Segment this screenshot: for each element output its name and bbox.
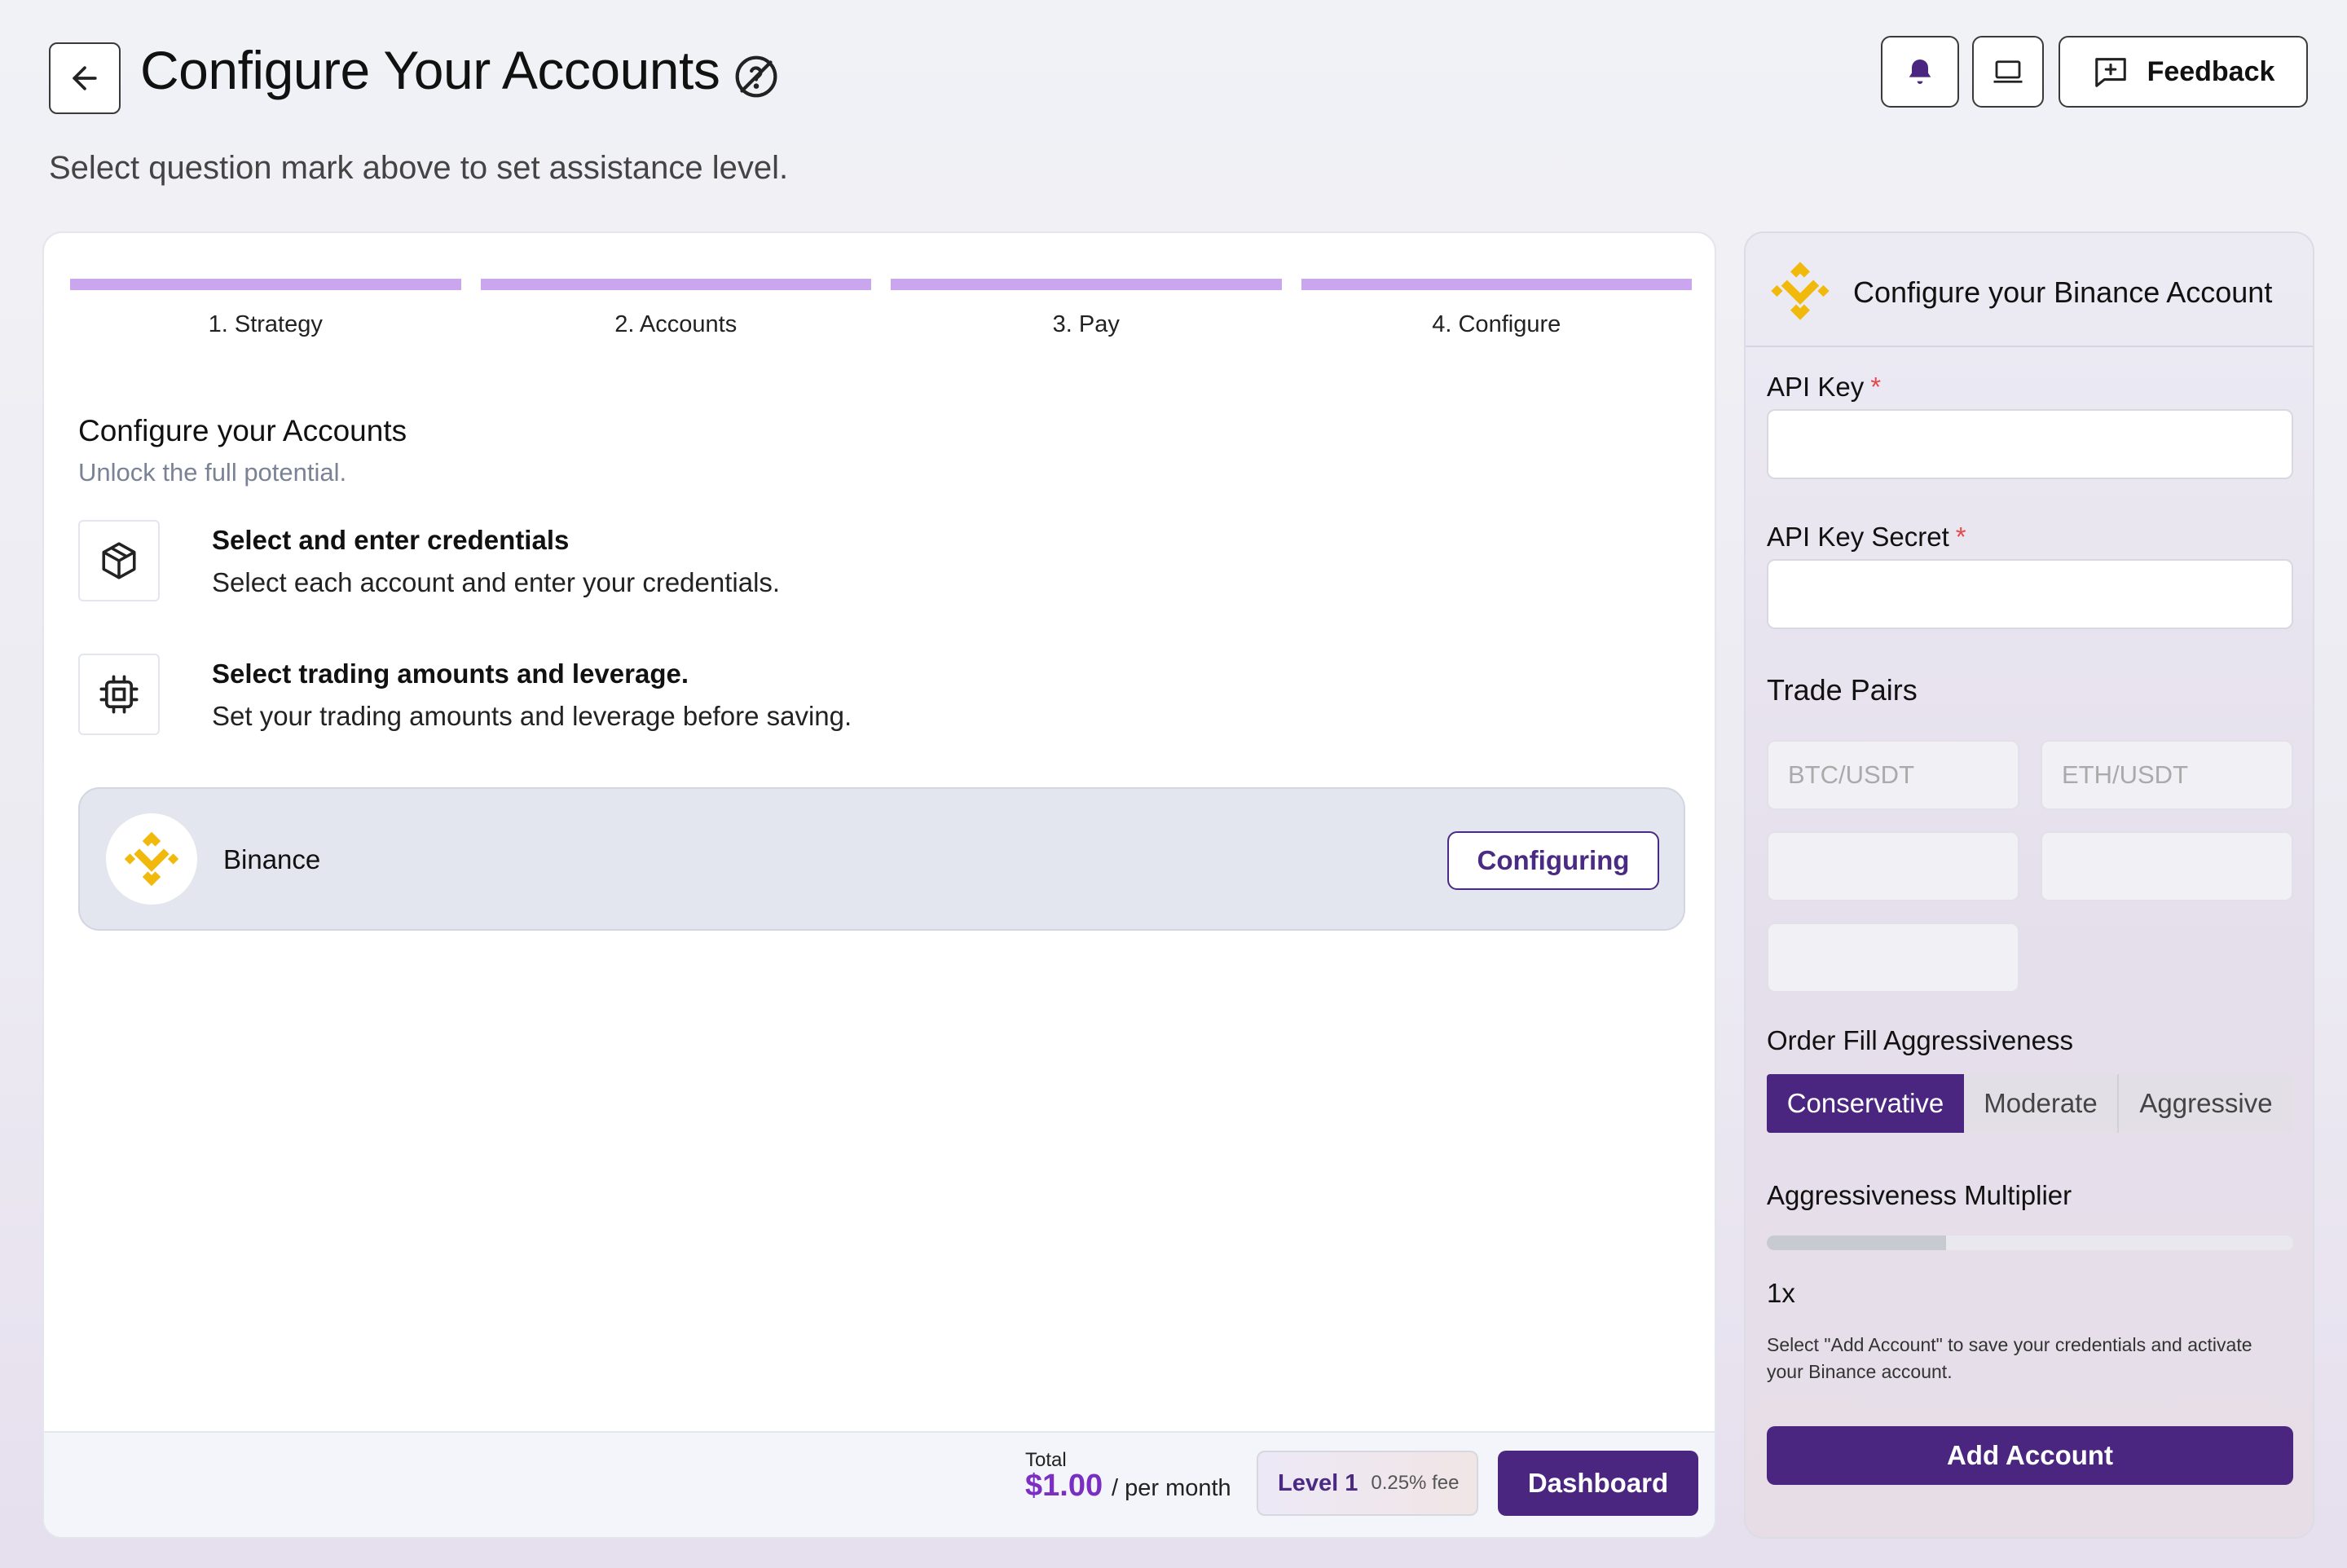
panel-title: Configure your Binance Account	[1853, 275, 2273, 309]
feature-credentials: Select and enter credentials Select each…	[78, 520, 780, 601]
laptop-icon	[1993, 60, 2023, 83]
main-card: 1. Strategy 2. Accounts 3. Pay 4. Config…	[42, 231, 1716, 1539]
api-secret-label-text: API Key Secret	[1767, 522, 1949, 552]
configuring-button[interactable]: Configuring	[1447, 831, 1659, 890]
device-button[interactable]	[1972, 36, 2044, 108]
bell-icon	[1909, 59, 1931, 84]
api-key-label-text: API Key	[1767, 372, 1865, 402]
multiplier-title: Aggressiveness Multiplier	[1767, 1180, 2072, 1210]
stepper: 1. Strategy 2. Accounts 3. Pay 4. Config…	[70, 279, 1692, 338]
trade-pair-input[interactable]	[1767, 831, 2019, 901]
dashboard-button[interactable]: Dashboard	[1498, 1451, 1698, 1516]
option-moderate[interactable]: Moderate	[1964, 1074, 2119, 1133]
aggressiveness-title: Order Fill Aggressiveness	[1767, 1025, 2073, 1055]
panel-header: Configure your Binance Account	[1746, 233, 2313, 347]
binance-icon	[1771, 262, 1830, 320]
add-account-button[interactable]: Add Account	[1767, 1426, 2293, 1485]
feature-desc: Select each account and enter your crede…	[212, 567, 781, 597]
level-badge[interactable]: Level 1 0.25% fee	[1257, 1451, 1478, 1516]
notifications-button[interactable]	[1881, 36, 1959, 108]
total-value: $1.00	[1025, 1469, 1103, 1503]
step-pay[interactable]: 3. Pay	[891, 279, 1282, 338]
binance-icon	[124, 831, 179, 887]
feature-title: Select trading amounts and leverage.	[212, 658, 689, 689]
feature-icon-box	[78, 654, 160, 735]
trade-pair-input[interactable]: BTC/USDT	[1767, 740, 2019, 810]
trade-pairs-title: Trade Pairs	[1767, 673, 1918, 707]
step-bar	[70, 279, 461, 290]
step-label: 1. Strategy	[208, 311, 323, 337]
binance-config-panel: Configure your Binance Account API Key * …	[1744, 231, 2314, 1539]
api-key-input[interactable]	[1767, 409, 2293, 479]
message-plus-icon	[2094, 58, 2126, 87]
cube-icon	[102, 542, 136, 579]
feature-title: Select and enter credentials	[212, 525, 570, 555]
help-off-icon[interactable]	[733, 54, 779, 99]
feature-trading: Select trading amounts and leverage. Set…	[78, 654, 852, 735]
trade-pair-input[interactable]	[1767, 923, 2019, 993]
chip-icon	[99, 675, 139, 714]
api-secret-label: API Key Secret *	[1767, 522, 1966, 553]
feedback-label: Feedback	[2147, 55, 2275, 87]
level-fee: 0.25% fee	[1371, 1472, 1460, 1494]
required-mark: *	[1870, 372, 1882, 402]
step-bar	[891, 279, 1282, 290]
trade-pair-input[interactable]: ETH/USDT	[2041, 740, 2293, 810]
back-button[interactable]	[49, 42, 121, 114]
section-subtitle: Unlock the full potential.	[78, 458, 347, 487]
feature-icon-box	[78, 520, 160, 601]
level-name: Level 1	[1278, 1469, 1358, 1496]
step-strategy[interactable]: 1. Strategy	[70, 279, 461, 338]
add-account-note: Select "Add Account" to save your creden…	[1767, 1334, 2252, 1382]
feedback-button[interactable]: Feedback	[2059, 36, 2308, 108]
step-label: 2. Accounts	[614, 311, 738, 337]
option-conservative[interactable]: Conservative	[1767, 1074, 1964, 1133]
account-name: Binance	[223, 844, 321, 874]
total-period: / per month	[1112, 1475, 1231, 1501]
page-title: Configure Your Accounts	[140, 40, 720, 100]
section-title: Configure your Accounts	[78, 414, 407, 447]
arrow-left-icon	[73, 66, 97, 90]
api-key-label: API Key *	[1767, 372, 1881, 403]
multiplier-slider[interactable]	[1767, 1235, 2293, 1250]
binance-logo	[106, 813, 197, 905]
page-subtitle: Select question mark above to set assist…	[49, 150, 789, 186]
step-bar	[480, 279, 871, 290]
account-row-binance[interactable]: Binance Configuring	[78, 787, 1685, 931]
feature-desc: Set your trading amounts and leverage be…	[212, 701, 852, 731]
option-aggressive[interactable]: Aggressive	[2119, 1074, 2293, 1133]
multiplier-value: 1x	[1767, 1278, 1795, 1308]
step-label: 3. Pay	[1052, 311, 1120, 337]
footer-bar: Total $1.00 / per month Level 1 0.25% fe…	[44, 1431, 1715, 1537]
step-accounts[interactable]: 2. Accounts	[480, 279, 871, 338]
aggressiveness-selector: Conservative Moderate Aggressive	[1767, 1074, 2293, 1133]
step-bar	[1301, 279, 1692, 290]
step-label: 4. Configure	[1432, 311, 1561, 337]
trade-pair-input[interactable]	[2041, 831, 2293, 901]
step-configure[interactable]: 4. Configure	[1301, 279, 1692, 338]
required-mark: *	[1955, 522, 1966, 552]
slider-fill	[1767, 1235, 1946, 1250]
api-secret-input[interactable]	[1767, 559, 2293, 629]
